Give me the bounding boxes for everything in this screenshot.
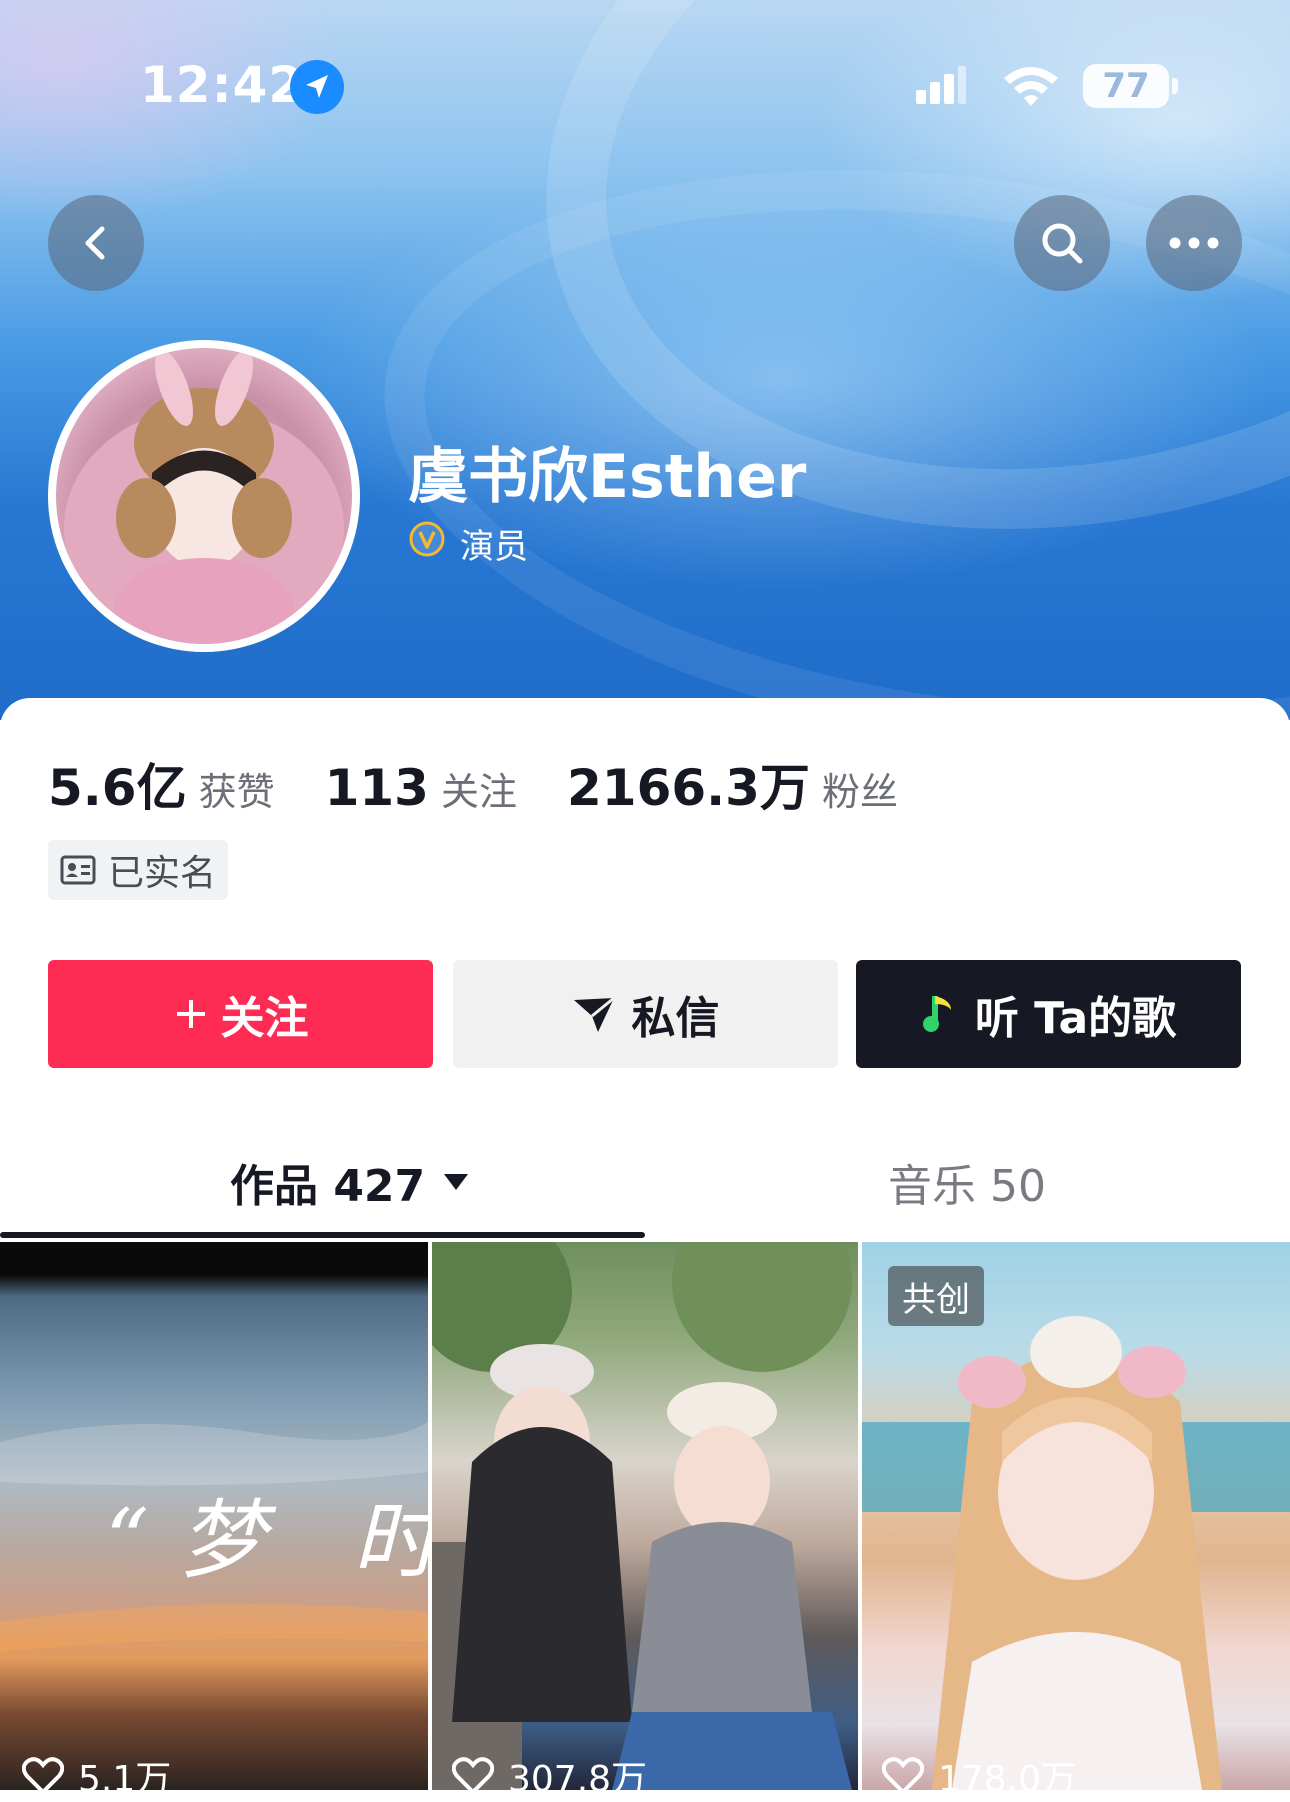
heart-icon	[22, 1757, 64, 1795]
send-icon	[573, 996, 615, 1032]
follow-button-label: 关注	[220, 993, 309, 1044]
location-arrow-icon	[290, 60, 344, 114]
profile-name: 虞书欣Esther	[408, 442, 807, 512]
battery-icon: 77	[1083, 64, 1169, 108]
tab-works-label: 作品 427	[230, 1161, 426, 1212]
heart-icon	[452, 1757, 494, 1795]
realname-tag: 已实名	[48, 840, 228, 900]
id-card-icon	[60, 855, 96, 885]
avatar-image	[56, 348, 352, 644]
tab-works[interactable]: 作品 427	[230, 1150, 469, 1214]
search-icon	[1042, 223, 1083, 264]
back-button[interactable]	[48, 195, 144, 291]
verification-label: 演员	[460, 527, 528, 567]
video-like-count: 5.1万	[22, 1750, 171, 1802]
listen-songs-button[interactable]: 听 Ta的歌	[856, 960, 1241, 1068]
heart-icon	[882, 1757, 924, 1795]
follow-button[interactable]: 关注	[48, 960, 433, 1068]
signal-icon	[916, 66, 966, 104]
likes-label: 获赞	[198, 770, 275, 814]
message-button-label: 私信	[631, 993, 720, 1044]
like-count-label: 307.8万	[508, 1759, 648, 1800]
tab-music-label: 音乐 50	[888, 1161, 1046, 1212]
co-creation-badge: 共创	[888, 1266, 984, 1326]
video-thumbnail[interactable]	[432, 1242, 858, 1790]
realname-label: 已实名	[108, 853, 217, 894]
following-count[interactable]: 113	[325, 759, 429, 817]
like-count-label: 5.1万	[78, 1759, 172, 1800]
like-count-label: 178.0万	[938, 1759, 1078, 1800]
following-label[interactable]: 关注	[441, 761, 517, 816]
video-like-count: 307.8万	[452, 1750, 647, 1802]
verified-v-icon	[409, 521, 445, 557]
status-time: 12:42	[140, 56, 305, 114]
plus-icon	[176, 1000, 205, 1028]
more-button[interactable]	[1146, 195, 1242, 291]
back-icon	[85, 226, 105, 260]
listen-songs-label: 听 Ta的歌	[974, 993, 1177, 1044]
followers-label[interactable]: 粉丝	[822, 761, 898, 816]
likes-count: 5.6亿	[48, 759, 187, 817]
tab-music[interactable]: 音乐 50	[888, 1150, 1046, 1214]
wifi-icon	[1004, 67, 1058, 106]
battery-tip	[1172, 78, 1178, 94]
profile-stats: 5.6亿 获赞 113 关注 2166.3万 粉丝	[48, 748, 948, 820]
music-note-icon	[922, 996, 951, 1032]
dropdown-triangle-icon	[444, 1174, 469, 1190]
message-button[interactable]: 私信	[453, 960, 838, 1068]
tab-active-indicator	[0, 1232, 645, 1238]
video-like-count: 178.0万	[882, 1750, 1077, 1802]
more-icon	[1169, 237, 1219, 249]
search-button[interactable]	[1014, 195, 1110, 291]
avatar[interactable]	[48, 340, 360, 652]
followers-count[interactable]: 2166.3万	[567, 748, 810, 820]
